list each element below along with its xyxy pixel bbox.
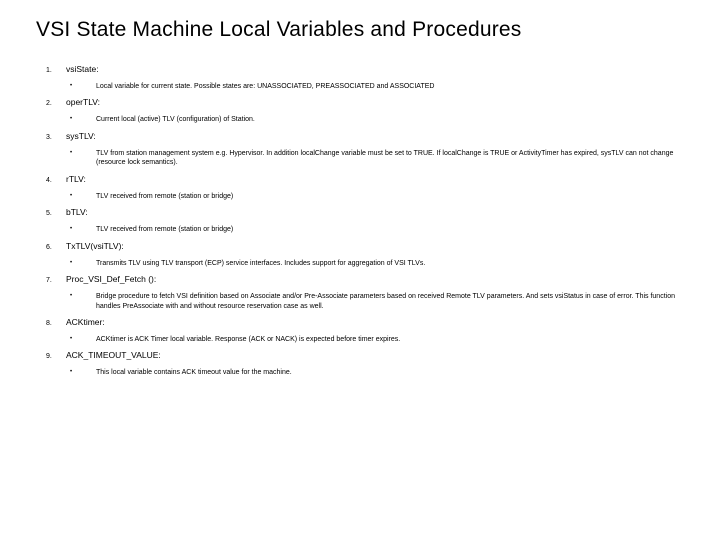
item-number: 7. bbox=[46, 277, 66, 284]
item-desc: TLV received from remote (station or bri… bbox=[96, 192, 233, 201]
item-number: 1. bbox=[46, 67, 66, 74]
item-desc: TLV received from remote (station or bri… bbox=[96, 225, 233, 234]
bullet-icon: • bbox=[70, 259, 96, 267]
bullet-icon: • bbox=[70, 335, 96, 343]
item-7: 7.Proc_VSI_Def_Fetch (): •Bridge procedu… bbox=[36, 274, 684, 311]
item-term: operTLV: bbox=[66, 97, 100, 107]
item-number: 4. bbox=[46, 177, 66, 184]
item-term: ACKtimer: bbox=[66, 317, 105, 327]
item-desc: TLV from station management system e.g. … bbox=[96, 149, 684, 168]
item-term: rTLV: bbox=[66, 174, 86, 184]
item-number: 9. bbox=[46, 353, 66, 360]
item-4: 4.rTLV: •TLV received from remote (stati… bbox=[36, 174, 684, 201]
item-term: sysTLV: bbox=[66, 131, 96, 141]
bullet-icon: • bbox=[70, 192, 96, 200]
item-number: 6. bbox=[46, 244, 66, 251]
bullet-icon: • bbox=[70, 115, 96, 123]
page-title: VSI State Machine Local Variables and Pr… bbox=[36, 18, 684, 42]
item-desc: Local variable for current state. Possib… bbox=[96, 82, 434, 91]
item-3: 3.sysTLV: •TLV from station management s… bbox=[36, 131, 684, 168]
item-term: bTLV: bbox=[66, 207, 88, 217]
item-desc: Current local (active) TLV (configuratio… bbox=[96, 115, 255, 124]
item-term: Proc_VSI_Def_Fetch (): bbox=[66, 274, 156, 284]
item-8: 8.ACKtimer: •ACKtimer is ACK Timer local… bbox=[36, 317, 684, 344]
item-2: 2.operTLV: •Current local (active) TLV (… bbox=[36, 97, 684, 124]
item-desc: Transmits TLV using TLV transport (ECP) … bbox=[96, 259, 425, 268]
item-number: 5. bbox=[46, 210, 66, 217]
item-term: TxTLV(vsiTLV): bbox=[66, 241, 124, 251]
item-number: 2. bbox=[46, 100, 66, 107]
item-6: 6.TxTLV(vsiTLV): •Transmits TLV using TL… bbox=[36, 241, 684, 268]
item-desc: ACKtimer is ACK Timer local variable. Re… bbox=[96, 335, 400, 344]
bullet-icon: • bbox=[70, 368, 96, 376]
bullet-icon: • bbox=[70, 82, 96, 90]
item-5: 5.bTLV: •TLV received from remote (stati… bbox=[36, 207, 684, 234]
item-desc: Bridge procedure to fetch VSI definition… bbox=[96, 292, 684, 311]
item-number: 8. bbox=[46, 320, 66, 327]
item-number: 3. bbox=[46, 134, 66, 141]
bullet-icon: • bbox=[70, 292, 96, 300]
bullet-icon: • bbox=[70, 225, 96, 233]
item-term: vsiState: bbox=[66, 64, 99, 74]
bullet-icon: • bbox=[70, 149, 96, 157]
item-term: ACK_TIMEOUT_VALUE: bbox=[66, 350, 161, 360]
item-1: 1.vsiState: •Local variable for current … bbox=[36, 64, 684, 91]
item-9: 9.ACK_TIMEOUT_VALUE: •This local variabl… bbox=[36, 350, 684, 377]
item-desc: This local variable contains ACK timeout… bbox=[96, 368, 292, 377]
